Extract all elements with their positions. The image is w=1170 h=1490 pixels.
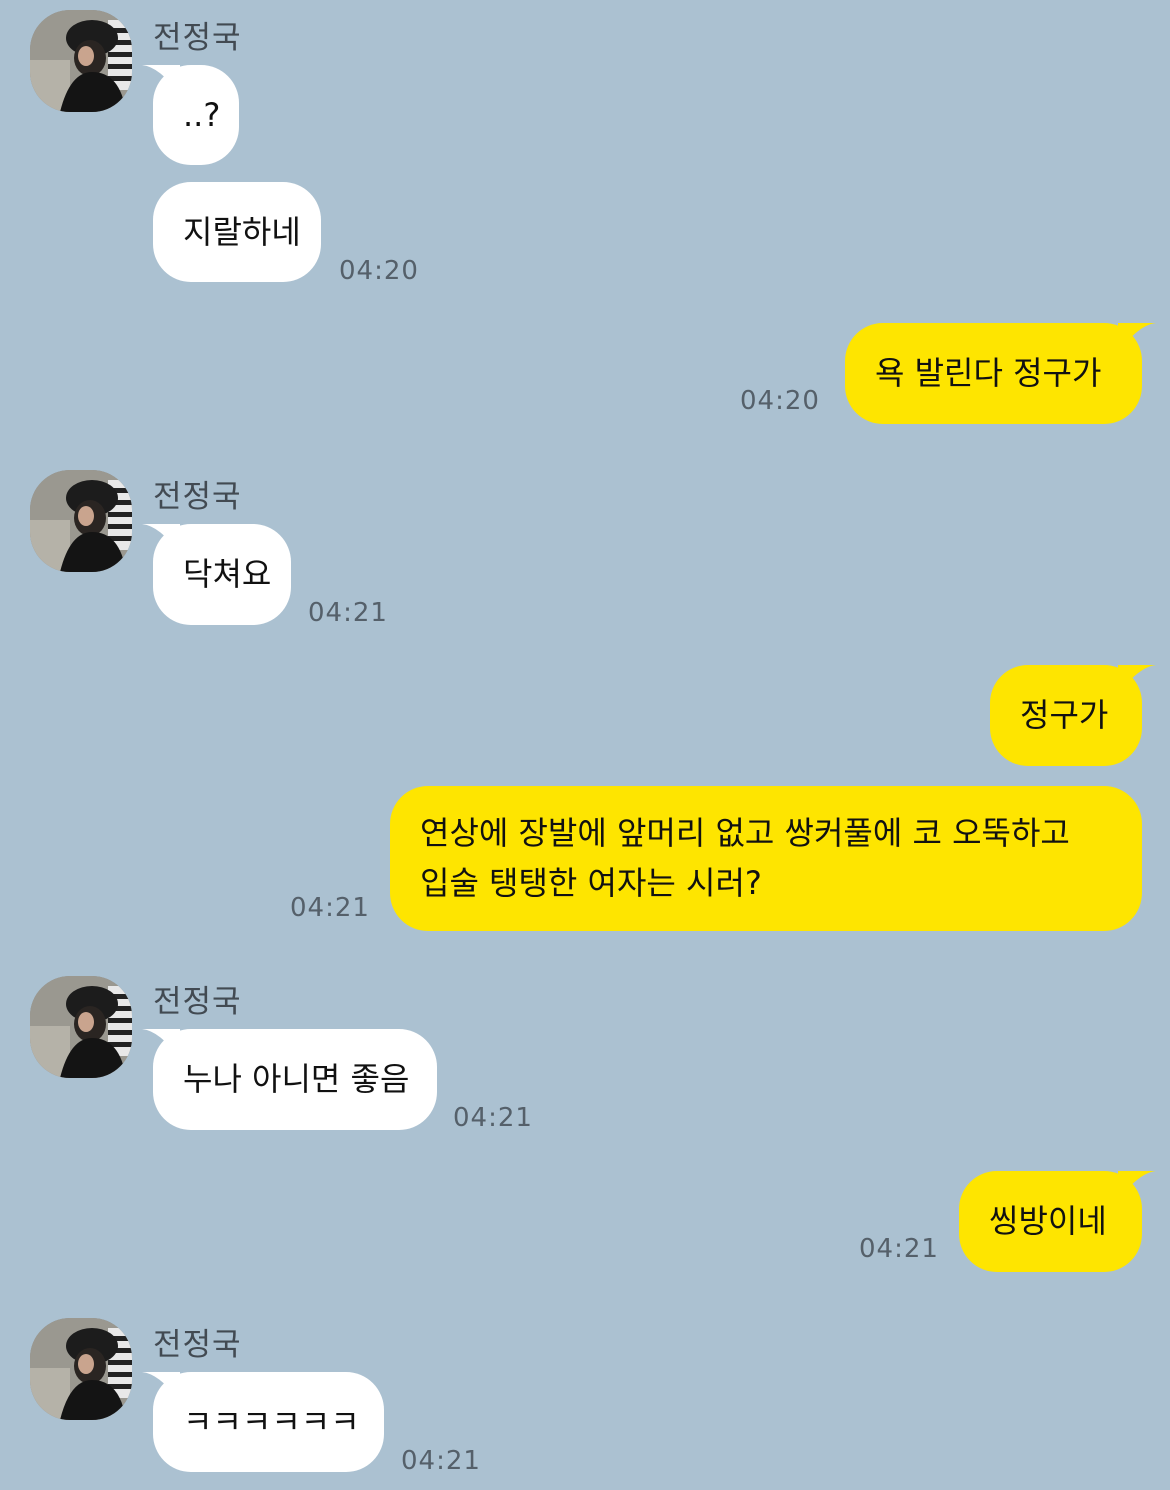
bubble-tail-icon [142,1029,180,1059]
message-time: 04:20 [740,386,820,416]
message-bubble-incoming[interactable]: ㅋㅋㅋㅋㅋㅋ [142,1372,384,1472]
bubble-tail-icon [142,1372,180,1402]
avatar[interactable] [30,1318,132,1420]
profile-photo-icon [30,470,132,572]
bubble-tail-icon [1118,323,1156,353]
bubble-tail-icon [142,65,180,95]
message-time: 04:21 [308,598,388,628]
message-text: 욕 발린다 정구가 [875,354,1102,392]
bubble-tail-icon [1118,1171,1156,1201]
sender-name: 전정국 [153,20,242,56]
message-text: ..? [183,96,221,134]
message-bubble-incoming[interactable]: 닥쳐요 [142,524,291,625]
profile-photo-icon [30,1318,132,1420]
message-time: 04:21 [290,893,370,923]
message-bubble-incoming[interactable]: 누나 아니면 좋음 [142,1029,437,1130]
message-bubble-outgoing[interactable]: 연상에 장발에 앞머리 없고 쌍커풀에 코 오뚝하고 입술 탱탱한 여자는 시러… [390,786,1142,931]
message-bubble-incoming[interactable]: ..? [142,65,239,165]
message-time: 04:21 [859,1234,939,1264]
message-time: 04:21 [453,1103,533,1133]
sender-name: 전정국 [153,1327,242,1363]
profile-photo-icon [30,10,132,112]
message-text-line: 입술 탱탱한 여자는 시러? [420,864,762,902]
message-time: 04:21 [401,1446,481,1476]
message-bubble-incoming[interactable]: 지랄하네 [153,182,321,282]
profile-photo-icon [30,976,132,1078]
avatar[interactable] [30,470,132,572]
message-text: 정구가 [1020,696,1109,734]
message-text: 누나 아니면 좋음 [183,1060,410,1098]
message-text: 지랄하네 [183,213,301,251]
bubble-tail-icon [1118,665,1156,695]
message-bubble-outgoing[interactable]: 욕 발린다 정구가 [845,323,1156,424]
message-bubble-outgoing[interactable]: 정구가 [990,665,1156,766]
avatar[interactable] [30,10,132,112]
message-text: 닥쳐요 [183,555,272,593]
message-text-line: 연상에 장발에 앞머리 없고 쌍커풀에 코 오뚝하고 [420,814,1070,852]
sender-name: 전정국 [153,984,242,1020]
message-text: 씽방이네 [989,1202,1107,1240]
bubble-tail-icon [142,524,180,554]
chat-room: 전정국 ..? 지랄하네 04:20 욕 발린다 정구가 04:20 전정국 닥… [0,0,1170,1490]
avatar[interactable] [30,976,132,1078]
message-bubble-outgoing[interactable]: 씽방이네 [959,1171,1156,1272]
message-text: ㅋㅋㅋㅋㅋㅋ [183,1403,360,1441]
sender-name: 전정국 [153,479,242,515]
message-time: 04:20 [339,256,419,286]
